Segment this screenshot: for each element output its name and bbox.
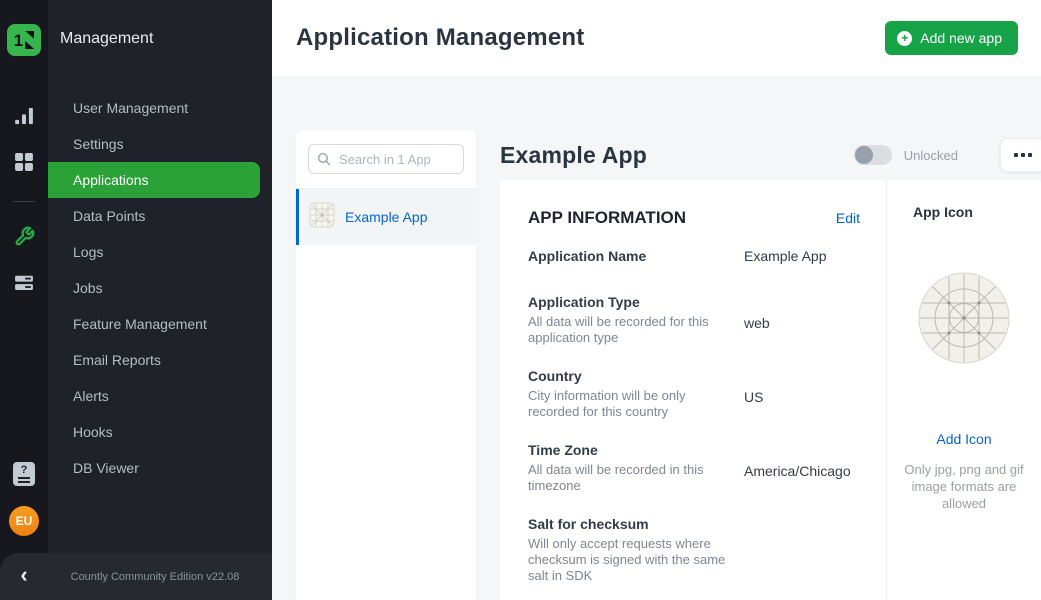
info-row-application-type: Application Type All data will be record… [528, 294, 860, 346]
ellipsis-icon [1014, 153, 1032, 157]
info-label: Application Type [528, 294, 728, 310]
app-title: Example App [500, 142, 647, 169]
sidebar-item-feature-management[interactable]: Feature Management [48, 306, 272, 342]
sidebar-item-logs[interactable]: Logs [48, 234, 272, 270]
sidebar: 1 ? [0, 0, 272, 600]
info-value: US [744, 389, 763, 420]
app-detail-panel: Example App Unlocked APP INFORMATION Edi… [500, 130, 1041, 600]
app-list-item-label: Example App [345, 209, 428, 225]
app-information-card: APP INFORMATION Edit Application Name Ex… [500, 180, 1041, 600]
sidebar-item-data-points[interactable]: Data Points [48, 198, 272, 234]
collapse-sidebar-icon[interactable]: ‹ [0, 575, 48, 579]
plus-icon: + [897, 31, 912, 46]
logo-tiles [25, 31, 34, 49]
user-avatar[interactable]: EU [9, 506, 39, 536]
info-value: America/Chicago [744, 463, 851, 494]
info-row-salt-for-checksum: Salt for checksum Will only accept reque… [528, 516, 860, 584]
section-title: APP INFORMATION [528, 208, 686, 228]
app-icon-title: App Icon [913, 204, 973, 220]
app-icon-panel: App Icon [886, 180, 1041, 600]
management-menu: Management User Management Settings Appl… [48, 0, 272, 600]
app-list-panel: Example App [296, 130, 476, 600]
info-label: Time Zone [528, 442, 728, 458]
app-information-section: APP INFORMATION Edit Application Name Ex… [500, 180, 886, 600]
rail-divider [13, 201, 35, 202]
logo-glyph: 1 [14, 32, 23, 49]
toggle-knob [855, 146, 873, 164]
info-label: Application Name [528, 248, 728, 264]
sidebar-item-settings[interactable]: Settings [48, 126, 272, 162]
info-row-application-name: Application Name Example App [528, 248, 860, 264]
management-wrench-icon[interactable] [14, 226, 35, 252]
main-area: Application Management + Add new app [272, 0, 1041, 600]
info-value: Example App [744, 248, 827, 264]
search-input[interactable] [308, 144, 464, 174]
app-thumbnail-icon [309, 202, 335, 233]
sidebar-item-email-reports[interactable]: Email Reports [48, 342, 272, 378]
info-label: Salt for checksum [528, 516, 728, 532]
info-row-country: Country City information will be only re… [528, 368, 860, 420]
menu-title: Management [60, 30, 272, 48]
info-row-time-zone: Time Zone All data will be recorded in t… [528, 442, 860, 494]
info-label: Country [528, 368, 728, 384]
sidebar-item-db-viewer[interactable]: DB Viewer [48, 450, 272, 486]
page-title: Application Management [296, 24, 584, 52]
sidebar-item-alerts[interactable]: Alerts [48, 378, 272, 414]
sidebar-item-hooks[interactable]: Hooks [48, 414, 272, 450]
help-icon[interactable]: ? [13, 462, 35, 486]
icon-rail: 1 ? [0, 0, 48, 600]
search-icon [317, 152, 331, 171]
dashboards-grid-icon[interactable] [14, 152, 34, 177]
data-manager-icon[interactable] [14, 273, 34, 298]
app-detail-header: Example App Unlocked [500, 130, 1041, 180]
sidebar-footer: ‹ Countly Community Edition v22.08 [0, 553, 272, 600]
analytics-icon[interactable] [14, 106, 34, 131]
lock-state-label: Unlocked [904, 148, 958, 163]
app-search [296, 130, 476, 189]
add-new-app-button[interactable]: + Add new app [885, 21, 1018, 55]
icon-format-hint: Only jpg, png and gif image formats are … [901, 461, 1027, 512]
add-icon-link[interactable]: Add Icon [936, 431, 991, 447]
info-description: All data will be recorded in this timezo… [528, 462, 728, 494]
countly-logo-icon[interactable]: 1 [7, 24, 41, 56]
info-description: Will only accept requests where checksum… [528, 536, 728, 584]
edit-link[interactable]: Edit [836, 210, 860, 226]
sidebar-item-applications[interactable]: Applications [48, 162, 260, 198]
info-description: All data will be recorded for this appli… [528, 314, 728, 346]
info-value: web [744, 315, 770, 346]
sidebar-item-user-management[interactable]: User Management [48, 90, 272, 126]
content-area: Example App Example App Unlocked [272, 76, 1041, 600]
more-options-button[interactable] [1000, 138, 1041, 172]
page-header: Application Management + Add new app [272, 0, 1041, 76]
avatar-initials: EU [16, 514, 33, 528]
info-description: City information will be only recorded f… [528, 388, 728, 420]
app-list-item-example-app[interactable]: Example App [296, 189, 476, 245]
sidebar-item-jobs[interactable]: Jobs [48, 270, 272, 306]
app-icon-placeholder [918, 272, 1010, 369]
application-management-screen: 1 ? [0, 0, 1041, 600]
version-label: Countly Community Edition v22.08 [48, 571, 272, 583]
lock-toggle[interactable] [854, 145, 892, 165]
